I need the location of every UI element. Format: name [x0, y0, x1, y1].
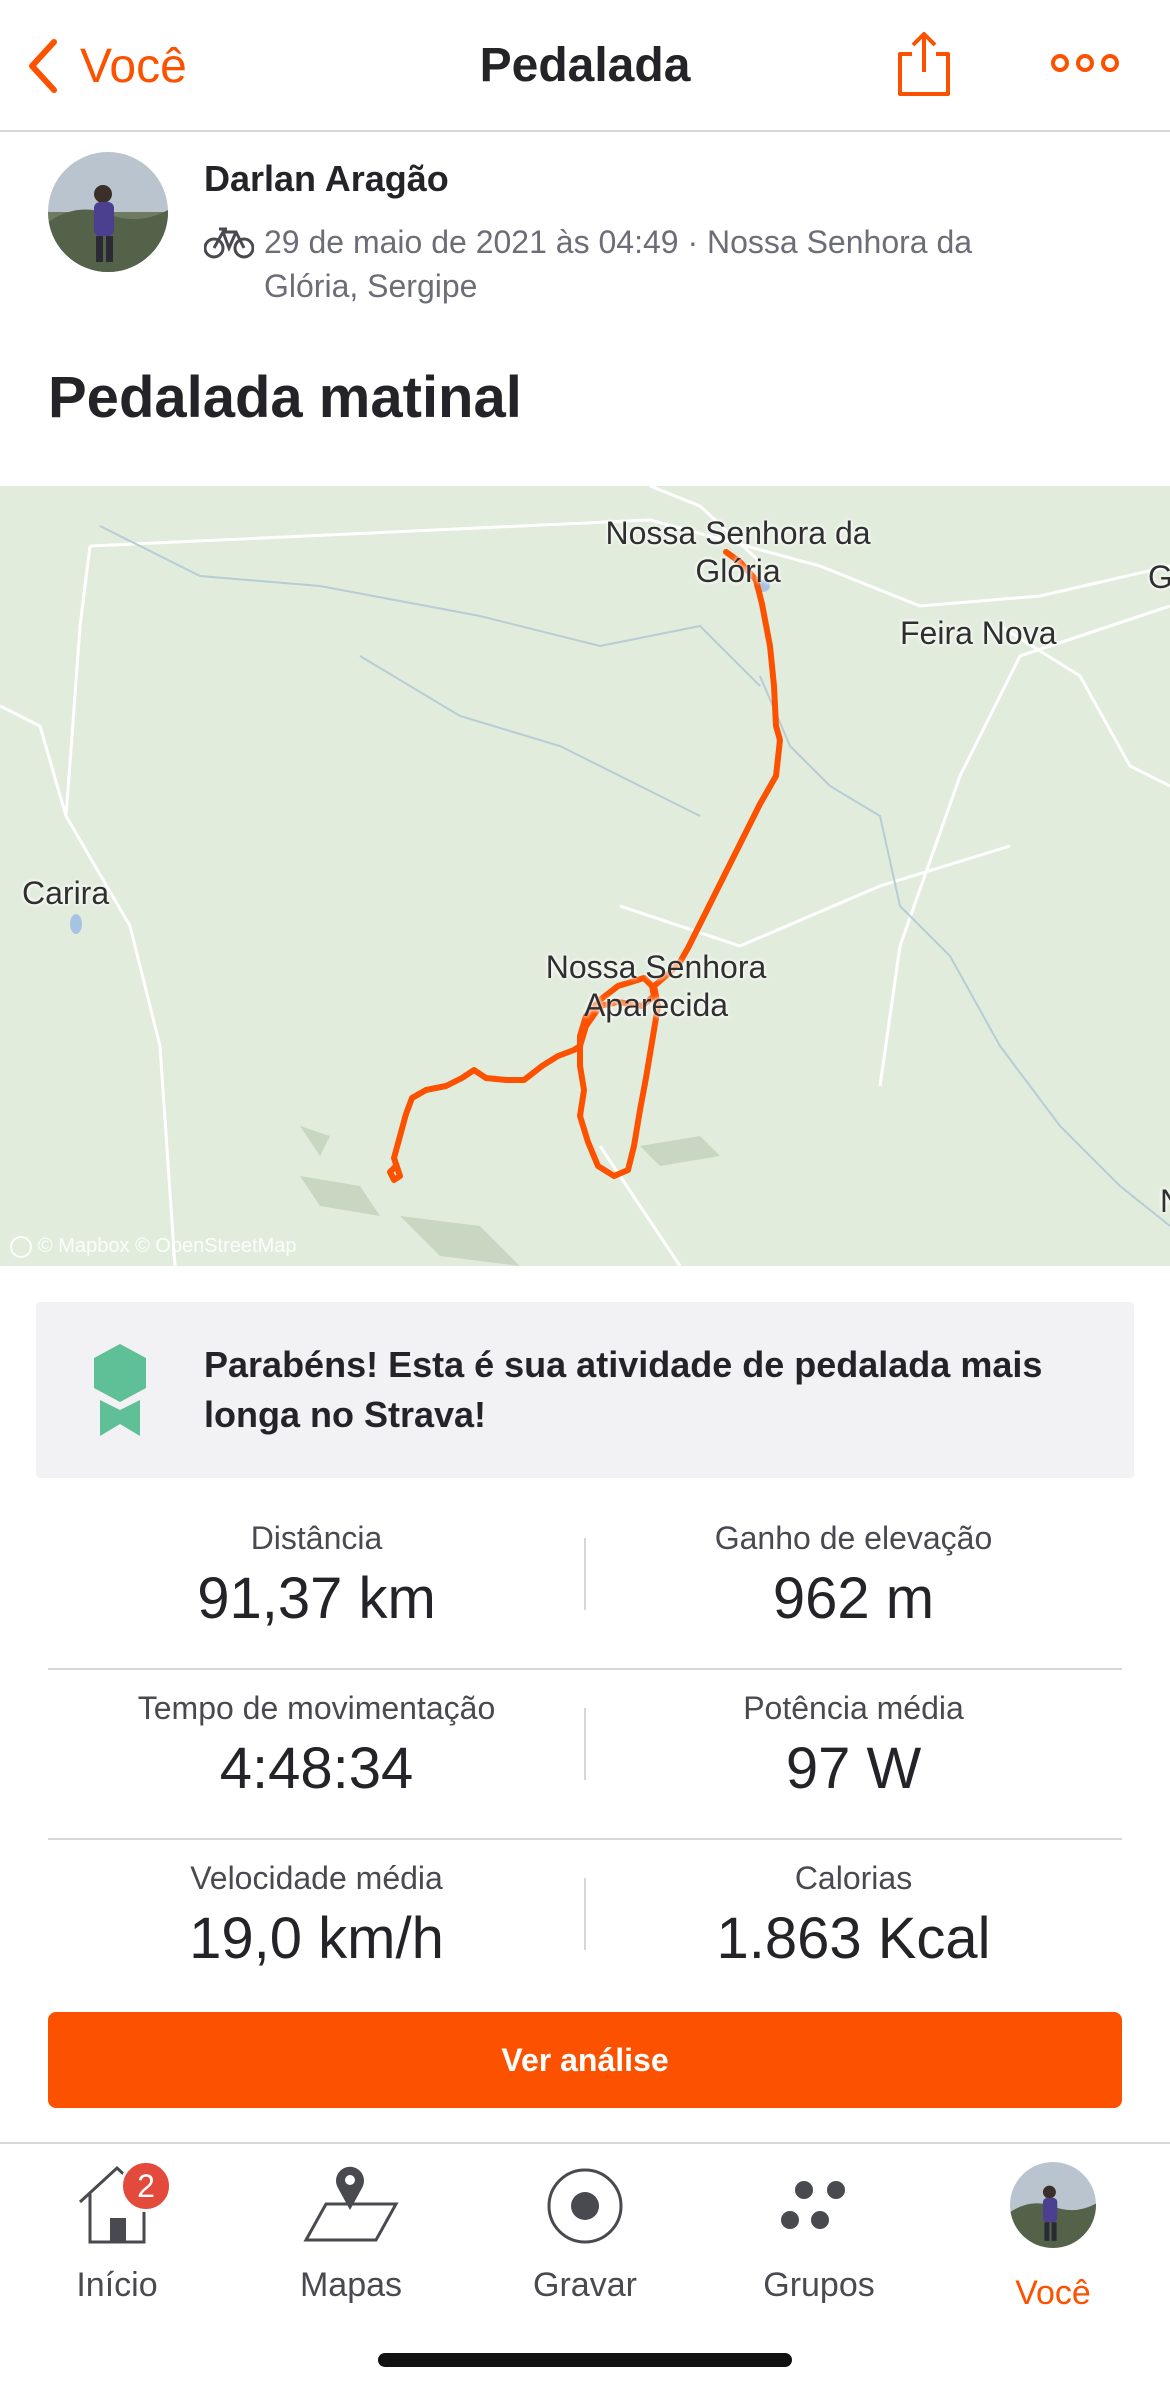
athlete-avatar[interactable]	[48, 152, 168, 272]
stat-label: Potência média	[743, 1690, 964, 1726]
mapbox-logo-icon	[10, 1235, 32, 1258]
route-map[interactable]: Nossa Senhora da Glória Feira Nova Carir…	[0, 486, 1170, 1266]
more-options-icon[interactable]	[1050, 48, 1120, 78]
achievement-text: Parabéns! Esta é sua atividade de pedala…	[204, 1344, 1043, 1435]
tab-groups[interactable]: Grupos	[702, 2154, 936, 2324]
stat-label: Ganho de elevação	[714, 1520, 993, 1556]
stat-label: Velocidade média	[190, 1860, 443, 1896]
tab-label: Mapas	[299, 2266, 403, 2304]
tab-home[interactable]: 2 Início	[0, 2154, 234, 2324]
stat-avg-power: Potência média 97 W	[585, 1670, 1122, 1840]
achievement-banner: Parabéns! Esta é sua atividade de pedala…	[36, 1302, 1134, 1478]
tab-label: Você	[1015, 2274, 1091, 2312]
page-title: Pedalada	[479, 39, 691, 92]
stat-value: 4:48:34	[219, 1736, 414, 1801]
map-label-edge-n: N	[1160, 1182, 1170, 1220]
stat-label: Distância	[250, 1520, 383, 1556]
activity-title: Pedalada matinal	[48, 365, 522, 430]
share-icon[interactable]	[894, 30, 954, 100]
groups-icon	[781, 2181, 845, 2229]
home-indicator	[378, 2353, 792, 2367]
map-label-edge-g: G	[1148, 559, 1170, 595]
stats-grid: Distância 91,37 km Ganho de elevação 962…	[48, 1500, 1122, 2010]
map-canvas	[0, 486, 1170, 1266]
stat-avg-speed: Velocidade média 19,0 km/h	[48, 1840, 585, 2010]
stat-value: 19,0 km/h	[189, 1906, 444, 1971]
stat-value: 1.863 Kcal	[716, 1906, 991, 1971]
bike-icon	[204, 227, 254, 259]
notification-badge: 2	[120, 2160, 172, 2212]
tab-maps[interactable]: Mapas	[234, 2154, 468, 2324]
map-label-gloria: Nossa Senhora da Glória	[605, 515, 871, 589]
stat-value: 97 W	[785, 1736, 922, 1801]
view-analysis-button[interactable]: Ver análise	[48, 2012, 1122, 2108]
stat-distance: Distância 91,37 km	[48, 1500, 585, 1670]
stat-value: 91,37 km	[197, 1566, 436, 1631]
map-label-carira: Carira	[22, 875, 110, 911]
stat-calories: Calorias 1.863 Kcal	[585, 1840, 1122, 2010]
tab-label: Início	[76, 2266, 158, 2304]
map-label-aparecida: Nossa Senhora Aparecida	[545, 949, 767, 1023]
tab-label: Gravar	[533, 2266, 637, 2304]
tab-record[interactable]: Gravar	[468, 2154, 702, 2324]
attribution-text: © Mapbox © OpenStreetMap	[38, 1235, 297, 1257]
stat-label: Tempo de movimentação	[137, 1690, 496, 1726]
record-icon	[547, 2168, 623, 2244]
stats-row: Velocidade média 19,0 km/h Calorias 1.86…	[48, 1840, 1122, 2010]
profile-avatar-icon	[1010, 2162, 1096, 2248]
map-label-feira-nova: Feira Nova	[900, 615, 1057, 651]
map-attribution[interactable]: © Mapbox © OpenStreetMap	[10, 1235, 297, 1258]
stats-row: Tempo de movimentação 4:48:34 Potência m…	[48, 1670, 1122, 1840]
stat-label: Calorias	[794, 1860, 913, 1896]
activity-meta: 29 de maio de 2021 às 04:49 · Nossa Senh…	[264, 224, 973, 304]
map-pin-icon	[303, 2166, 399, 2242]
tab-you[interactable]: Você	[936, 2154, 1170, 2324]
athlete-name[interactable]: Darlan Aragão	[204, 158, 449, 200]
stat-elevation-gain: Ganho de elevação 962 m	[585, 1500, 1122, 1670]
stat-value: 962 m	[772, 1566, 935, 1631]
stat-moving-time: Tempo de movimentação 4:48:34	[48, 1670, 585, 1840]
top-nav-bar: Você Pedalada	[0, 0, 1170, 132]
tab-label: Grupos	[763, 2266, 875, 2304]
medal-icon	[94, 1344, 146, 1436]
stats-row: Distância 91,37 km Ganho de elevação 962…	[48, 1500, 1122, 1670]
